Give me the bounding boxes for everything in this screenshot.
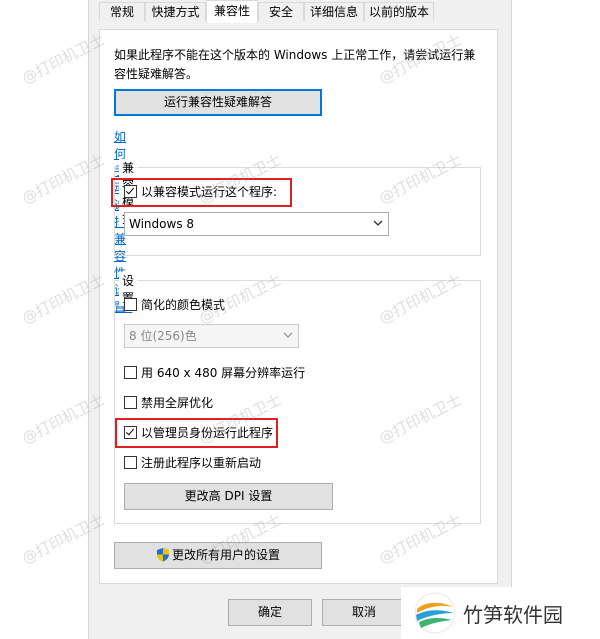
brand-overlay: 竹笋软件园 [401, 587, 600, 639]
compat-mode-highlight [111, 178, 292, 207]
brand-name: 竹笋软件园 [463, 603, 563, 627]
fullscreen-label: 禁用全屏优化 [141, 396, 214, 410]
resolution-row[interactable]: 用 640 x 480 屏幕分辨率运行 [124, 365, 305, 381]
admin-highlight [115, 418, 278, 448]
change-dpi-button[interactable]: 更改高 DPI 设置 [124, 483, 333, 510]
resolution-checkbox[interactable] [124, 366, 137, 379]
tab-details[interactable]: 详细信息 [304, 2, 364, 21]
os-select-value: Windows 8 [129, 217, 195, 231]
resolution-label: 用 640 x 480 屏幕分辨率运行 [141, 366, 306, 380]
reduced-color-row[interactable]: 简化的颜色模式 [124, 297, 225, 313]
color-depth-value: 8 位(256)色 [129, 329, 197, 343]
restart-row[interactable]: 注册此程序以重新启动 [124, 455, 261, 471]
fullscreen-row[interactable]: 禁用全屏优化 [124, 395, 213, 411]
cancel-button[interactable]: 取消 [322, 599, 406, 626]
tab-security[interactable]: 安全 [258, 2, 304, 21]
tab-previous-versions[interactable]: 以前的版本 [364, 2, 434, 21]
all-users-button[interactable]: 更改所有用户的设置 [114, 542, 322, 569]
brand-logo-icon [414, 592, 456, 634]
tab-shortcut[interactable]: 快捷方式 [145, 2, 206, 21]
chevron-down-icon [283, 332, 293, 338]
tab-compatibility[interactable]: 兼容性 [206, 0, 258, 23]
ok-button[interactable]: 确定 [228, 599, 312, 626]
fullscreen-checkbox[interactable] [124, 396, 137, 409]
uac-shield-icon [156, 548, 169, 562]
chevron-down-icon [373, 220, 383, 226]
all-users-label: 更改所有用户的设置 [171, 548, 280, 562]
restart-label: 注册此程序以重新启动 [141, 456, 262, 470]
tab-general[interactable]: 常规 [99, 2, 145, 21]
reduced-color-label: 简化的颜色模式 [141, 298, 226, 312]
reduced-color-checkbox[interactable] [124, 298, 137, 311]
description-text: 如果此程序不能在这个版本的 Windows 上正常工作，请尝试运行兼容性疑难解答… [114, 48, 476, 81]
restart-checkbox[interactable] [124, 456, 137, 469]
color-depth-select: 8 位(256)色 [124, 324, 299, 348]
os-select[interactable]: Windows 8 [124, 212, 389, 236]
troubleshooter-button[interactable]: 运行兼容性疑难解答 [114, 89, 322, 116]
